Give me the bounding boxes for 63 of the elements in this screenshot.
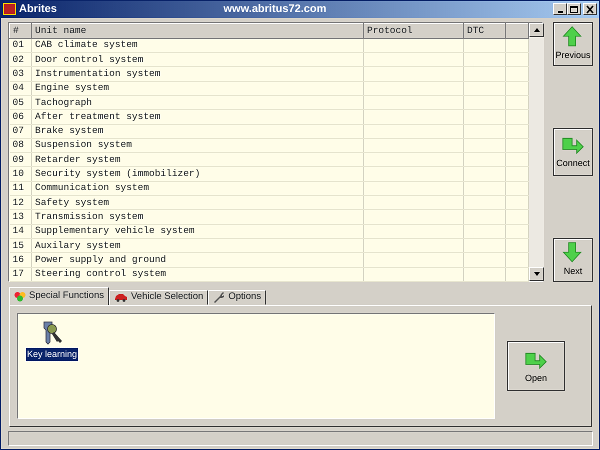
function-label[interactable]: Key learning [26, 348, 78, 361]
table-cell: Supplementary vehicle system [32, 224, 364, 238]
table-cell: 06 [10, 110, 32, 124]
table-cell: 02 [10, 52, 32, 67]
table-cell: CAB climate system [32, 38, 364, 53]
table-cell: Engine system [32, 81, 364, 96]
maximize-button[interactable] [567, 3, 581, 16]
scroll-down-icon [532, 270, 540, 276]
table-cell: 09 [10, 152, 32, 167]
table-cell: 15 [10, 238, 32, 253]
table-cell: Auxilary system [32, 238, 364, 253]
table-cell: Brake system [32, 124, 364, 138]
table-cell: 17 [10, 267, 32, 282]
column-header[interactable]: Protocol [364, 23, 464, 38]
window-title: Abrites [19, 2, 57, 17]
table-cell: Suspension system [32, 138, 364, 153]
app-logo-icon [3, 3, 16, 16]
scroll-down-button[interactable] [529, 266, 544, 280]
scroll-bar[interactable] [529, 22, 544, 280]
wrench-icon [213, 291, 226, 303]
table-cell: 04 [10, 81, 32, 96]
table-cell: 13 [10, 210, 32, 224]
column-header[interactable]: Unit name [32, 23, 364, 38]
connect-button[interactable]: Connect [553, 128, 593, 176]
close-button[interactable] [583, 3, 597, 16]
previous-button[interactable]: Previous [553, 22, 593, 66]
table-cell: Retarder system [32, 152, 364, 167]
table-cell: Tachograph [32, 95, 364, 110]
table-cell: 16 [10, 252, 32, 267]
table-cell: After treatment system [32, 110, 364, 124]
table-cell: Instrumentation system [32, 66, 364, 82]
open-button[interactable]: Open [507, 340, 565, 390]
close-icon [585, 4, 595, 14]
window-subtitle: www.abritus72.com [222, 2, 328, 17]
table-cell: Transmission system [32, 210, 364, 224]
table-cell: 11 [10, 181, 32, 196]
column-header[interactable]: # [10, 23, 32, 38]
table-cell: Communication system [32, 181, 364, 196]
balls-icon [14, 290, 26, 302]
tab[interactable]: Vehicle Selection [108, 290, 208, 304]
scroll-up-icon [532, 26, 540, 32]
column-header[interactable]: DTC [464, 23, 506, 38]
table-cell: Door control system [32, 52, 364, 67]
table-cell: Safety system [32, 196, 364, 210]
table-cell: 10 [10, 166, 32, 182]
tab[interactable]: Options [208, 290, 266, 304]
table-cell: 05 [10, 95, 32, 110]
car-icon [114, 292, 128, 302]
next-button[interactable]: Next [553, 238, 593, 282]
table-cell: 01 [10, 38, 32, 53]
maximize-icon [569, 4, 579, 14]
minimize-button[interactable] [553, 3, 567, 16]
table-cell: Power supply and ground [32, 252, 364, 267]
table-cell: 08 [10, 138, 32, 153]
table-cell: 12 [10, 196, 32, 210]
table-cell: 03 [10, 66, 32, 82]
table-cell: 14 [10, 224, 32, 238]
table-cell: Steering control system [32, 267, 364, 282]
table-cell: Security system (immobilizer) [32, 166, 364, 182]
tab[interactable]: Special Functions [9, 286, 109, 304]
minimize-icon [558, 11, 562, 14]
scroll-up-button[interactable] [529, 22, 544, 36]
table-cell: 07 [10, 124, 32, 138]
